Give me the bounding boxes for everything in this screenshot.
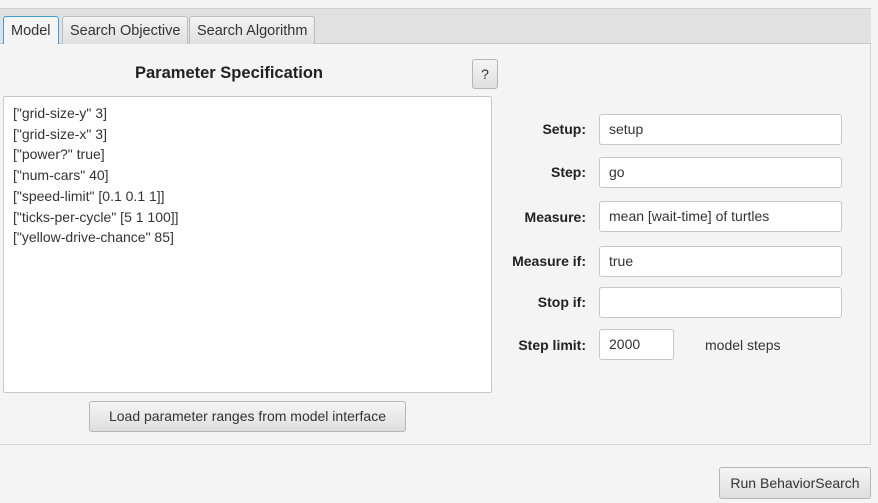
setup-input[interactable]: setup <box>599 114 842 145</box>
param-line: ["speed-limit" [0.1 0.1 1]] <box>13 187 165 204</box>
stop-if-label: Stop if: <box>537 294 586 310</box>
step-limit-label: Step limit: <box>518 337 586 353</box>
param-line: ["grid-size-x" 3] <box>13 125 107 142</box>
tab-bar: Model Search Objective Search Algorithm <box>0 8 871 46</box>
step-limit-unit: model steps <box>705 337 781 353</box>
run-behaviorsearch-button[interactable]: Run BehaviorSearch <box>719 467 871 499</box>
param-line: ["yellow-drive-chance" 85] <box>13 229 174 246</box>
parameter-specification-textarea[interactable]: ["grid-size-y" 3] ["grid-size-x" 3] ["po… <box>3 96 492 393</box>
load-parameter-ranges-button[interactable]: Load parameter ranges from model interfa… <box>89 401 406 432</box>
setup-label: Setup: <box>542 121 586 137</box>
tab-search-algorithm[interactable]: Search Algorithm <box>189 16 316 45</box>
step-input[interactable]: go <box>599 157 842 188</box>
param-line: ["grid-size-y" 3] <box>13 105 107 121</box>
tab-model[interactable]: Model <box>3 16 59 46</box>
measure-input[interactable]: mean [wait-time] of turtles <box>599 201 842 232</box>
param-line: ["num-cars" 40] <box>13 167 109 184</box>
step-limit-input[interactable]: 2000 <box>599 329 674 360</box>
help-button[interactable]: ? <box>472 59 498 89</box>
measure-if-input[interactable]: true <box>599 246 842 277</box>
step-label: Step: <box>551 164 586 180</box>
param-line: ["power?" true] <box>13 146 105 163</box>
param-line: ["ticks-per-cycle" [5 1 100]] <box>13 208 179 225</box>
stop-if-input[interactable] <box>599 287 842 318</box>
measure-if-label: Measure if: <box>512 253 586 269</box>
tab-search-objective[interactable]: Search Objective <box>62 16 189 45</box>
measure-label: Measure: <box>524 209 586 225</box>
parameter-specification-title: Parameter Specification <box>135 64 323 82</box>
